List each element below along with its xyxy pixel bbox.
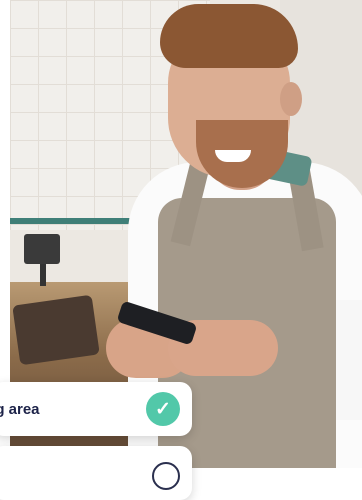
shelf	[10, 218, 138, 224]
bag	[12, 294, 100, 366]
pos-stand	[40, 264, 46, 286]
checklist-item-checked[interactable]: ing area ✓	[0, 382, 192, 436]
pos-terminal	[24, 234, 60, 264]
checklist-item-unchecked[interactable]	[0, 446, 192, 500]
person-ear	[280, 82, 302, 116]
empty-circle-icon	[152, 462, 180, 490]
person-hair	[160, 4, 298, 68]
check-icon: ✓	[146, 392, 180, 426]
checklist-item-label: ing area	[0, 400, 40, 418]
